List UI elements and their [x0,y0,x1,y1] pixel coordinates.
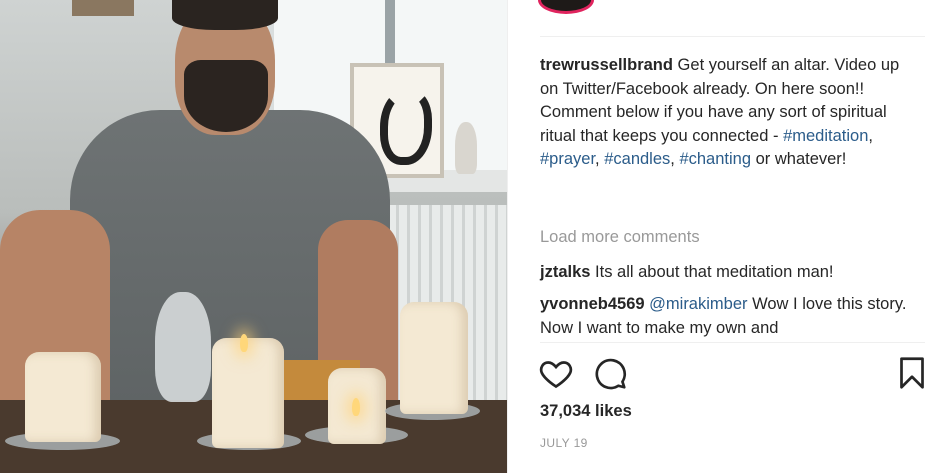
heart-icon[interactable] [538,355,574,391]
bookmark-icon[interactable] [894,355,930,391]
hashtag-meditation[interactable]: #meditation [783,127,868,145]
person-hair [172,0,278,30]
post-caption: trewrussellbrand Get yourself an altar. … [540,56,900,168]
comment-text: Its all about that meditation man! [590,263,834,281]
comment-username[interactable]: jztalks [540,263,590,281]
hashtag-prayer[interactable]: #prayer [540,150,595,168]
wall-frame [72,0,134,16]
header-divider [540,36,925,37]
post-side-panel: trewrussellbrand Get yourself an altar. … [507,0,930,473]
person-beard [184,60,268,132]
candle-flame [240,334,248,352]
caption-text-end: or whatever! [751,150,847,168]
caption-username[interactable]: trewrussellbrand [540,56,673,74]
hashtag-chanting[interactable]: #chanting [679,150,751,168]
load-more-comments-button[interactable]: Load more comments [540,228,700,247]
candle-flame [352,398,360,416]
candle [400,302,468,414]
avatar[interactable] [538,0,594,14]
glass-buddha [155,292,211,402]
comment-icon[interactable] [592,355,628,391]
post-photo [0,0,507,473]
comment: yvonneb4569 @mirakimber Wow I love this … [540,293,915,340]
comment-mention[interactable]: @mirakimber [649,295,747,313]
action-bar [538,355,928,391]
candle [25,352,101,442]
post-date: JULY 19 [540,436,588,450]
small-statue [455,122,477,174]
actions-divider [540,342,925,343]
likes-count[interactable]: 37,034 likes [540,402,632,421]
candle [212,338,284,448]
comment-username[interactable]: yvonneb4569 [540,295,645,313]
hashtag-candles[interactable]: #candles [604,150,670,168]
comment: jztalks Its all about that meditation ma… [540,261,915,285]
